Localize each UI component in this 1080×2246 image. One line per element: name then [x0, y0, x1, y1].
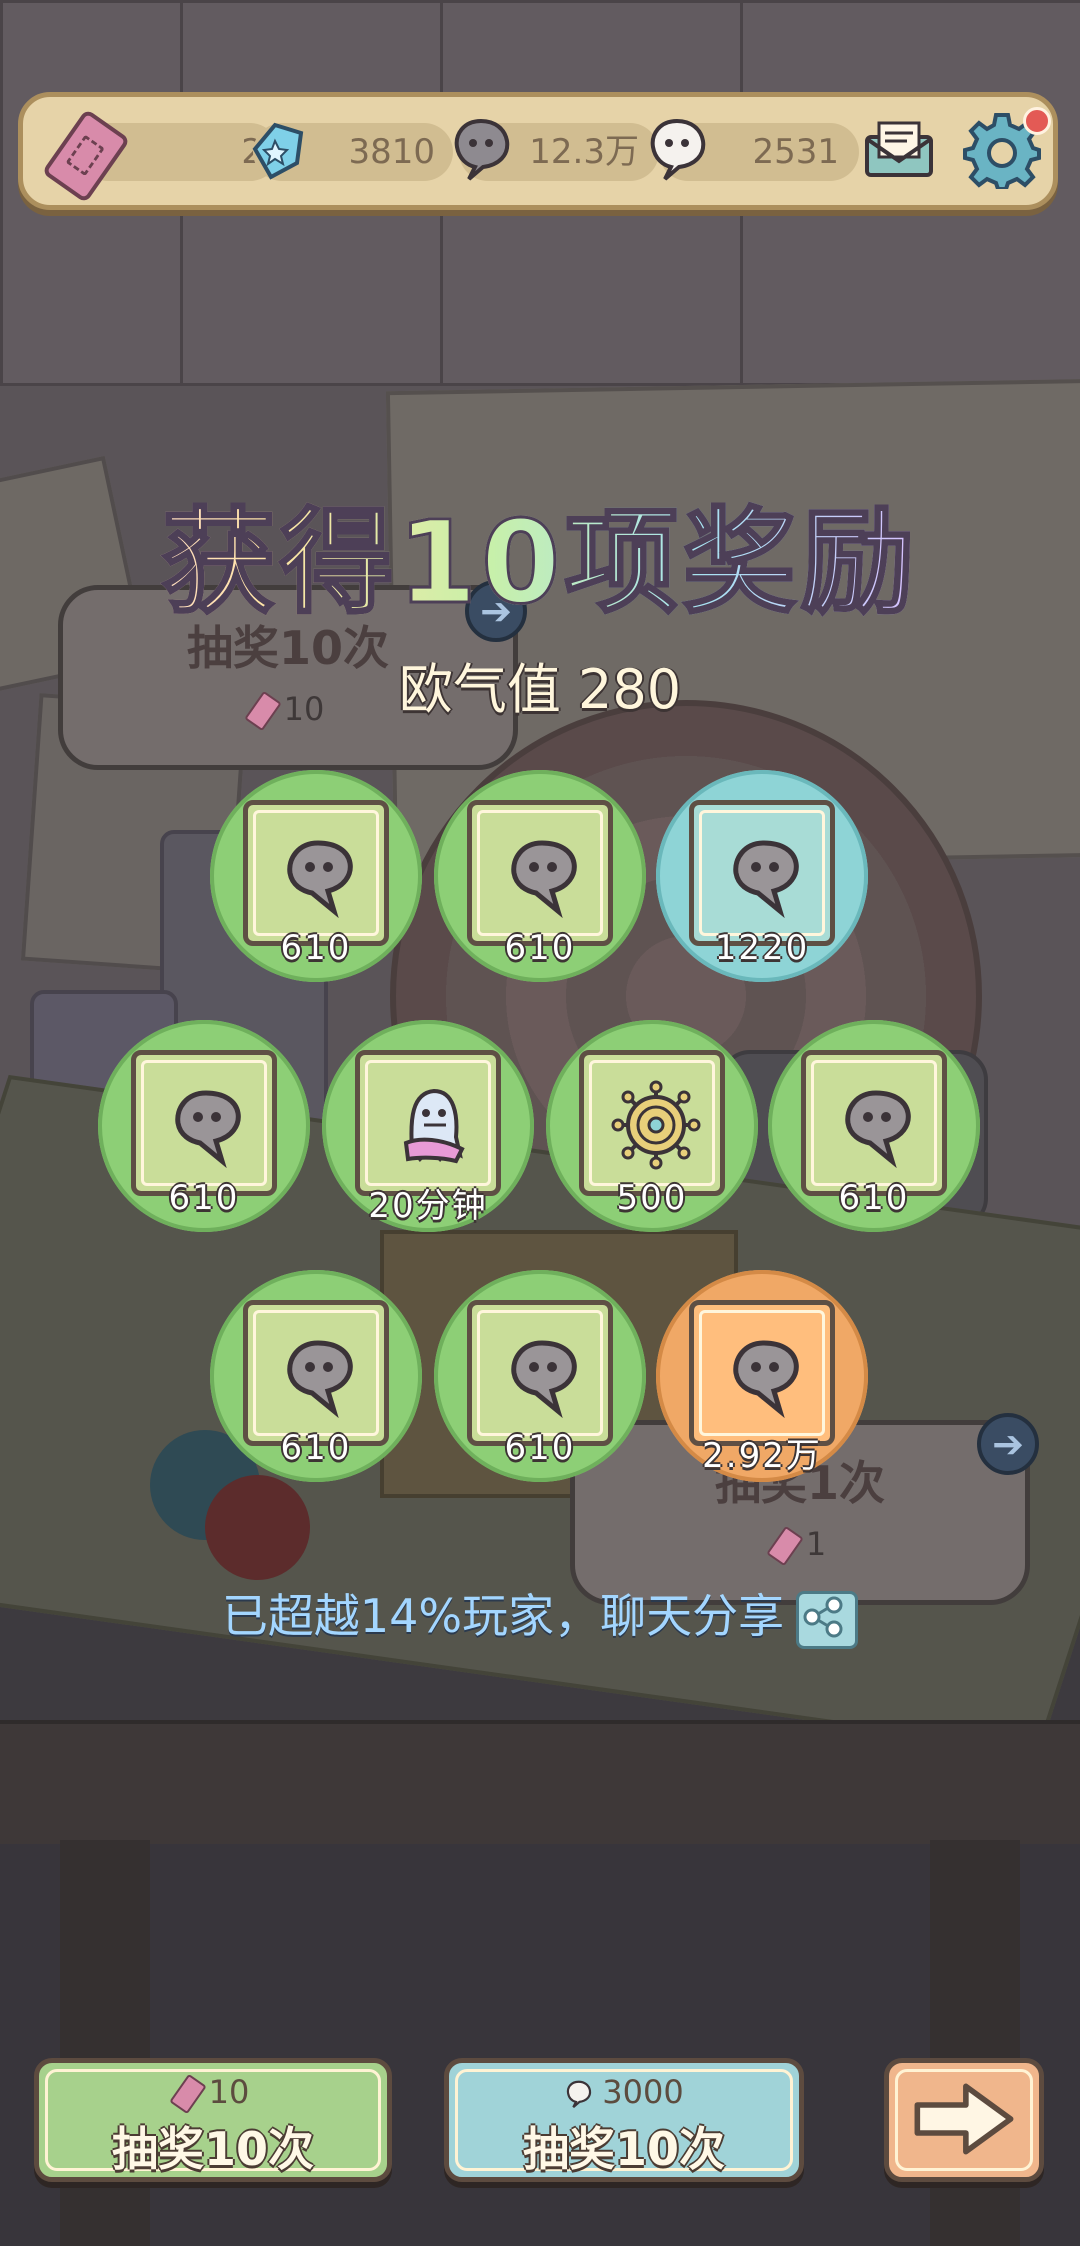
virus-coin-icon	[611, 1080, 701, 1170]
table-leg	[60, 1840, 150, 2246]
arrow-icon: ➔	[977, 1413, 1039, 1475]
reward-item[interactable]: 610	[434, 1270, 646, 1482]
reward-count: 2.92万	[702, 1436, 822, 1476]
ticket-draw-label: 抽奖10次	[111, 2122, 314, 2176]
reward-item[interactable]: 610	[434, 770, 646, 982]
dark-soul-icon	[733, 1340, 799, 1419]
dark-soul-icon	[733, 840, 799, 919]
table-edge	[0, 1720, 1080, 1844]
reward-card	[243, 1300, 389, 1446]
reward-count: 610	[280, 928, 352, 968]
share-icon[interactable]	[796, 1590, 859, 1649]
reward-item[interactable]: 610	[98, 1020, 310, 1232]
ticket-draw-cost: 10	[39, 2073, 387, 2115]
next-button[interactable]	[884, 2058, 1044, 2182]
soul-draw-cost: 3000	[449, 2073, 799, 2111]
table-leg	[930, 1840, 1020, 2246]
background-draw1-cost: 1	[575, 1525, 1025, 1567]
reward-count: 20分钟	[368, 1186, 488, 1226]
gem-count: 3810	[348, 132, 435, 172]
dark-soul-icon	[287, 840, 353, 919]
dark-soul-icon	[287, 1340, 353, 1419]
share-row[interactable]: 已超越14%玩家，聊天分享	[0, 1580, 1080, 1649]
white-soul-icon	[650, 118, 706, 181]
reward-item[interactable]: 2.92万	[656, 1270, 868, 1482]
reward-count: 500	[616, 1178, 688, 1218]
reward-title: 获得10项奖励	[0, 470, 1080, 635]
reward-count: 610	[280, 1428, 352, 1468]
soul-draw-10-button[interactable]: 3000 抽奖10次	[444, 2058, 804, 2182]
reward-count: 1220	[714, 928, 810, 968]
reward-card	[579, 1050, 725, 1196]
ticket-icon	[168, 2073, 207, 2115]
currency-bar: 2 3810 12.3万 2531	[18, 92, 1058, 210]
white-soul-count: 2531	[752, 132, 839, 172]
dark-soul-icon	[511, 1340, 577, 1419]
soul-draw-label: 抽奖10次	[522, 2122, 725, 2176]
reward-card	[689, 800, 835, 946]
luck-value: 欧气值 280	[398, 658, 682, 721]
reward-card	[467, 800, 613, 946]
arrow-right-icon	[914, 2083, 1014, 2155]
reward-card	[243, 800, 389, 946]
reward-item[interactable]: 610	[210, 770, 422, 982]
reward-item[interactable]: 610	[768, 1020, 980, 1232]
reward-count: 610	[504, 928, 576, 968]
ticket-draw-10-button[interactable]: 10 抽奖10次	[34, 2058, 392, 2182]
dark-soul-icon	[511, 840, 577, 919]
reward-item[interactable]: 610	[210, 1270, 422, 1482]
reward-count: 610	[838, 1178, 910, 1218]
ticket-icon	[766, 1525, 804, 1567]
red-ball	[205, 1475, 310, 1580]
mail-icon[interactable]	[863, 119, 935, 179]
dark-soul-count: 12.3万	[529, 132, 639, 172]
reward-count: 610	[168, 1178, 240, 1218]
reward-card	[689, 1300, 835, 1446]
notification-dot	[1023, 107, 1051, 135]
reward-card	[467, 1300, 613, 1446]
dark-soul-icon	[175, 1090, 241, 1169]
reward-item[interactable]: 500	[546, 1020, 758, 1232]
ghost-costume-icon	[403, 1088, 465, 1164]
reward-count: 610	[504, 1428, 576, 1468]
reward-card	[355, 1050, 501, 1196]
reward-card	[801, 1050, 947, 1196]
floor	[0, 1840, 1080, 2246]
white-soul-icon	[567, 2080, 592, 2108]
reward-item[interactable]: 1220	[656, 770, 868, 982]
share-text[interactable]: 已超越14%玩家，聊天分享	[222, 1589, 784, 1643]
dark-soul-icon	[845, 1090, 911, 1169]
reward-item[interactable]: 20分钟	[322, 1020, 534, 1232]
dark-soul-icon	[454, 118, 510, 181]
blue-gem-icon	[252, 122, 304, 180]
reward-card	[131, 1050, 277, 1196]
